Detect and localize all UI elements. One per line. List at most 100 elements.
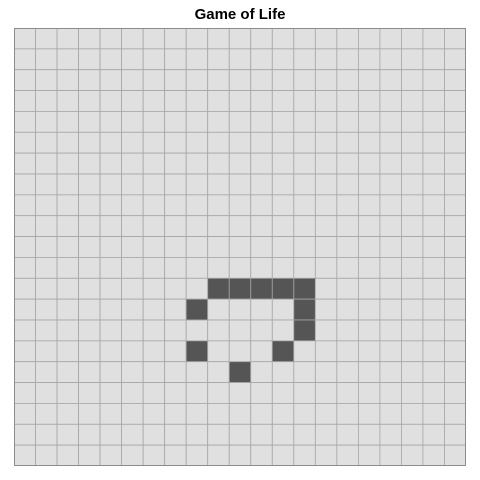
cell-dead[interactable] [379,48,402,71]
cell-dead[interactable] [401,340,424,363]
cell-dead[interactable] [35,48,58,71]
cell-dead[interactable] [228,131,252,154]
cell-dead[interactable] [401,173,424,196]
cell-live[interactable] [228,277,252,300]
cell-dead[interactable] [271,152,295,175]
cell-dead[interactable] [444,382,466,404]
cell-dead[interactable] [250,361,273,383]
cell-dead[interactable] [250,152,273,175]
cell-dead[interactable] [164,194,187,217]
cell-live[interactable] [293,319,316,342]
cell-dead[interactable] [142,48,166,71]
cell-dead[interactable] [142,215,166,237]
cell-dead[interactable] [35,173,58,196]
cell-dead[interactable] [336,361,359,383]
cell-dead[interactable] [14,131,36,154]
cell-dead[interactable] [185,111,209,133]
cell-dead[interactable] [271,69,295,91]
cell-dead[interactable] [56,194,79,217]
cell-dead[interactable] [379,298,402,321]
cell-live[interactable] [293,277,316,300]
cell-dead[interactable] [444,361,466,383]
cell-dead[interactable] [121,423,144,446]
cell-dead[interactable] [336,111,359,133]
cell-dead[interactable] [314,298,338,321]
cell-dead[interactable] [336,444,359,466]
cell-dead[interactable] [357,340,381,363]
cell-dead[interactable] [185,194,209,217]
cell-dead[interactable] [422,340,445,363]
cell-dead[interactable] [250,131,273,154]
cell-dead[interactable] [185,48,209,71]
cell-dead[interactable] [35,403,58,425]
cell-dead[interactable] [314,277,338,300]
cell-dead[interactable] [99,361,123,383]
cell-dead[interactable] [250,236,273,258]
cell-dead[interactable] [185,257,209,279]
cell-dead[interactable] [422,444,445,466]
cell-dead[interactable] [444,444,466,466]
cell-dead[interactable] [228,257,252,279]
cell-dead[interactable] [35,298,58,321]
cell-dead[interactable] [14,69,36,91]
cell-dead[interactable] [357,28,381,50]
cell-dead[interactable] [422,361,445,383]
cell-dead[interactable] [164,382,187,404]
cell-dead[interactable] [228,152,252,175]
cell-dead[interactable] [357,277,381,300]
cell-dead[interactable] [444,194,466,217]
cell-dead[interactable] [99,173,123,196]
cell-live[interactable] [250,277,273,300]
cell-dead[interactable] [14,257,36,279]
cell-dead[interactable] [314,111,338,133]
cell-dead[interactable] [250,444,273,466]
cell-dead[interactable] [164,361,187,383]
cell-dead[interactable] [401,257,424,279]
cell-dead[interactable] [379,236,402,258]
cell-dead[interactable] [121,444,144,466]
cell-dead[interactable] [379,319,402,342]
cell-dead[interactable] [78,152,101,175]
cell-dead[interactable] [293,90,316,112]
cell-dead[interactable] [314,90,338,112]
cell-dead[interactable] [250,423,273,446]
cell-dead[interactable] [379,340,402,363]
cell-dead[interactable] [185,277,209,300]
cell-dead[interactable] [379,361,402,383]
cell-dead[interactable] [314,257,338,279]
cell-dead[interactable] [228,194,252,217]
cell-dead[interactable] [444,423,466,446]
cell-dead[interactable] [78,48,101,71]
cell-dead[interactable] [207,69,230,91]
cell-dead[interactable] [99,28,123,50]
cell-dead[interactable] [379,194,402,217]
cell-dead[interactable] [185,69,209,91]
cell-dead[interactable] [121,173,144,196]
cell-live[interactable] [228,361,252,383]
cell-dead[interactable] [250,382,273,404]
cell-dead[interactable] [357,403,381,425]
cell-dead[interactable] [444,277,466,300]
cell-dead[interactable] [271,403,295,425]
cell-dead[interactable] [336,194,359,217]
cell-dead[interactable] [207,215,230,237]
cell-dead[interactable] [35,340,58,363]
cell-dead[interactable] [78,298,101,321]
cell-dead[interactable] [121,298,144,321]
cell-dead[interactable] [56,340,79,363]
cell-dead[interactable] [293,173,316,196]
cell-dead[interactable] [99,444,123,466]
cell-dead[interactable] [35,111,58,133]
cell-live[interactable] [207,277,230,300]
cell-dead[interactable] [401,111,424,133]
cell-dead[interactable] [401,423,424,446]
cell-dead[interactable] [142,28,166,50]
cell-dead[interactable] [401,194,424,217]
cell-dead[interactable] [99,423,123,446]
cell-dead[interactable] [185,152,209,175]
cell-dead[interactable] [250,48,273,71]
cell-dead[interactable] [271,382,295,404]
cell-dead[interactable] [357,215,381,237]
cell-dead[interactable] [379,69,402,91]
cell-dead[interactable] [271,236,295,258]
